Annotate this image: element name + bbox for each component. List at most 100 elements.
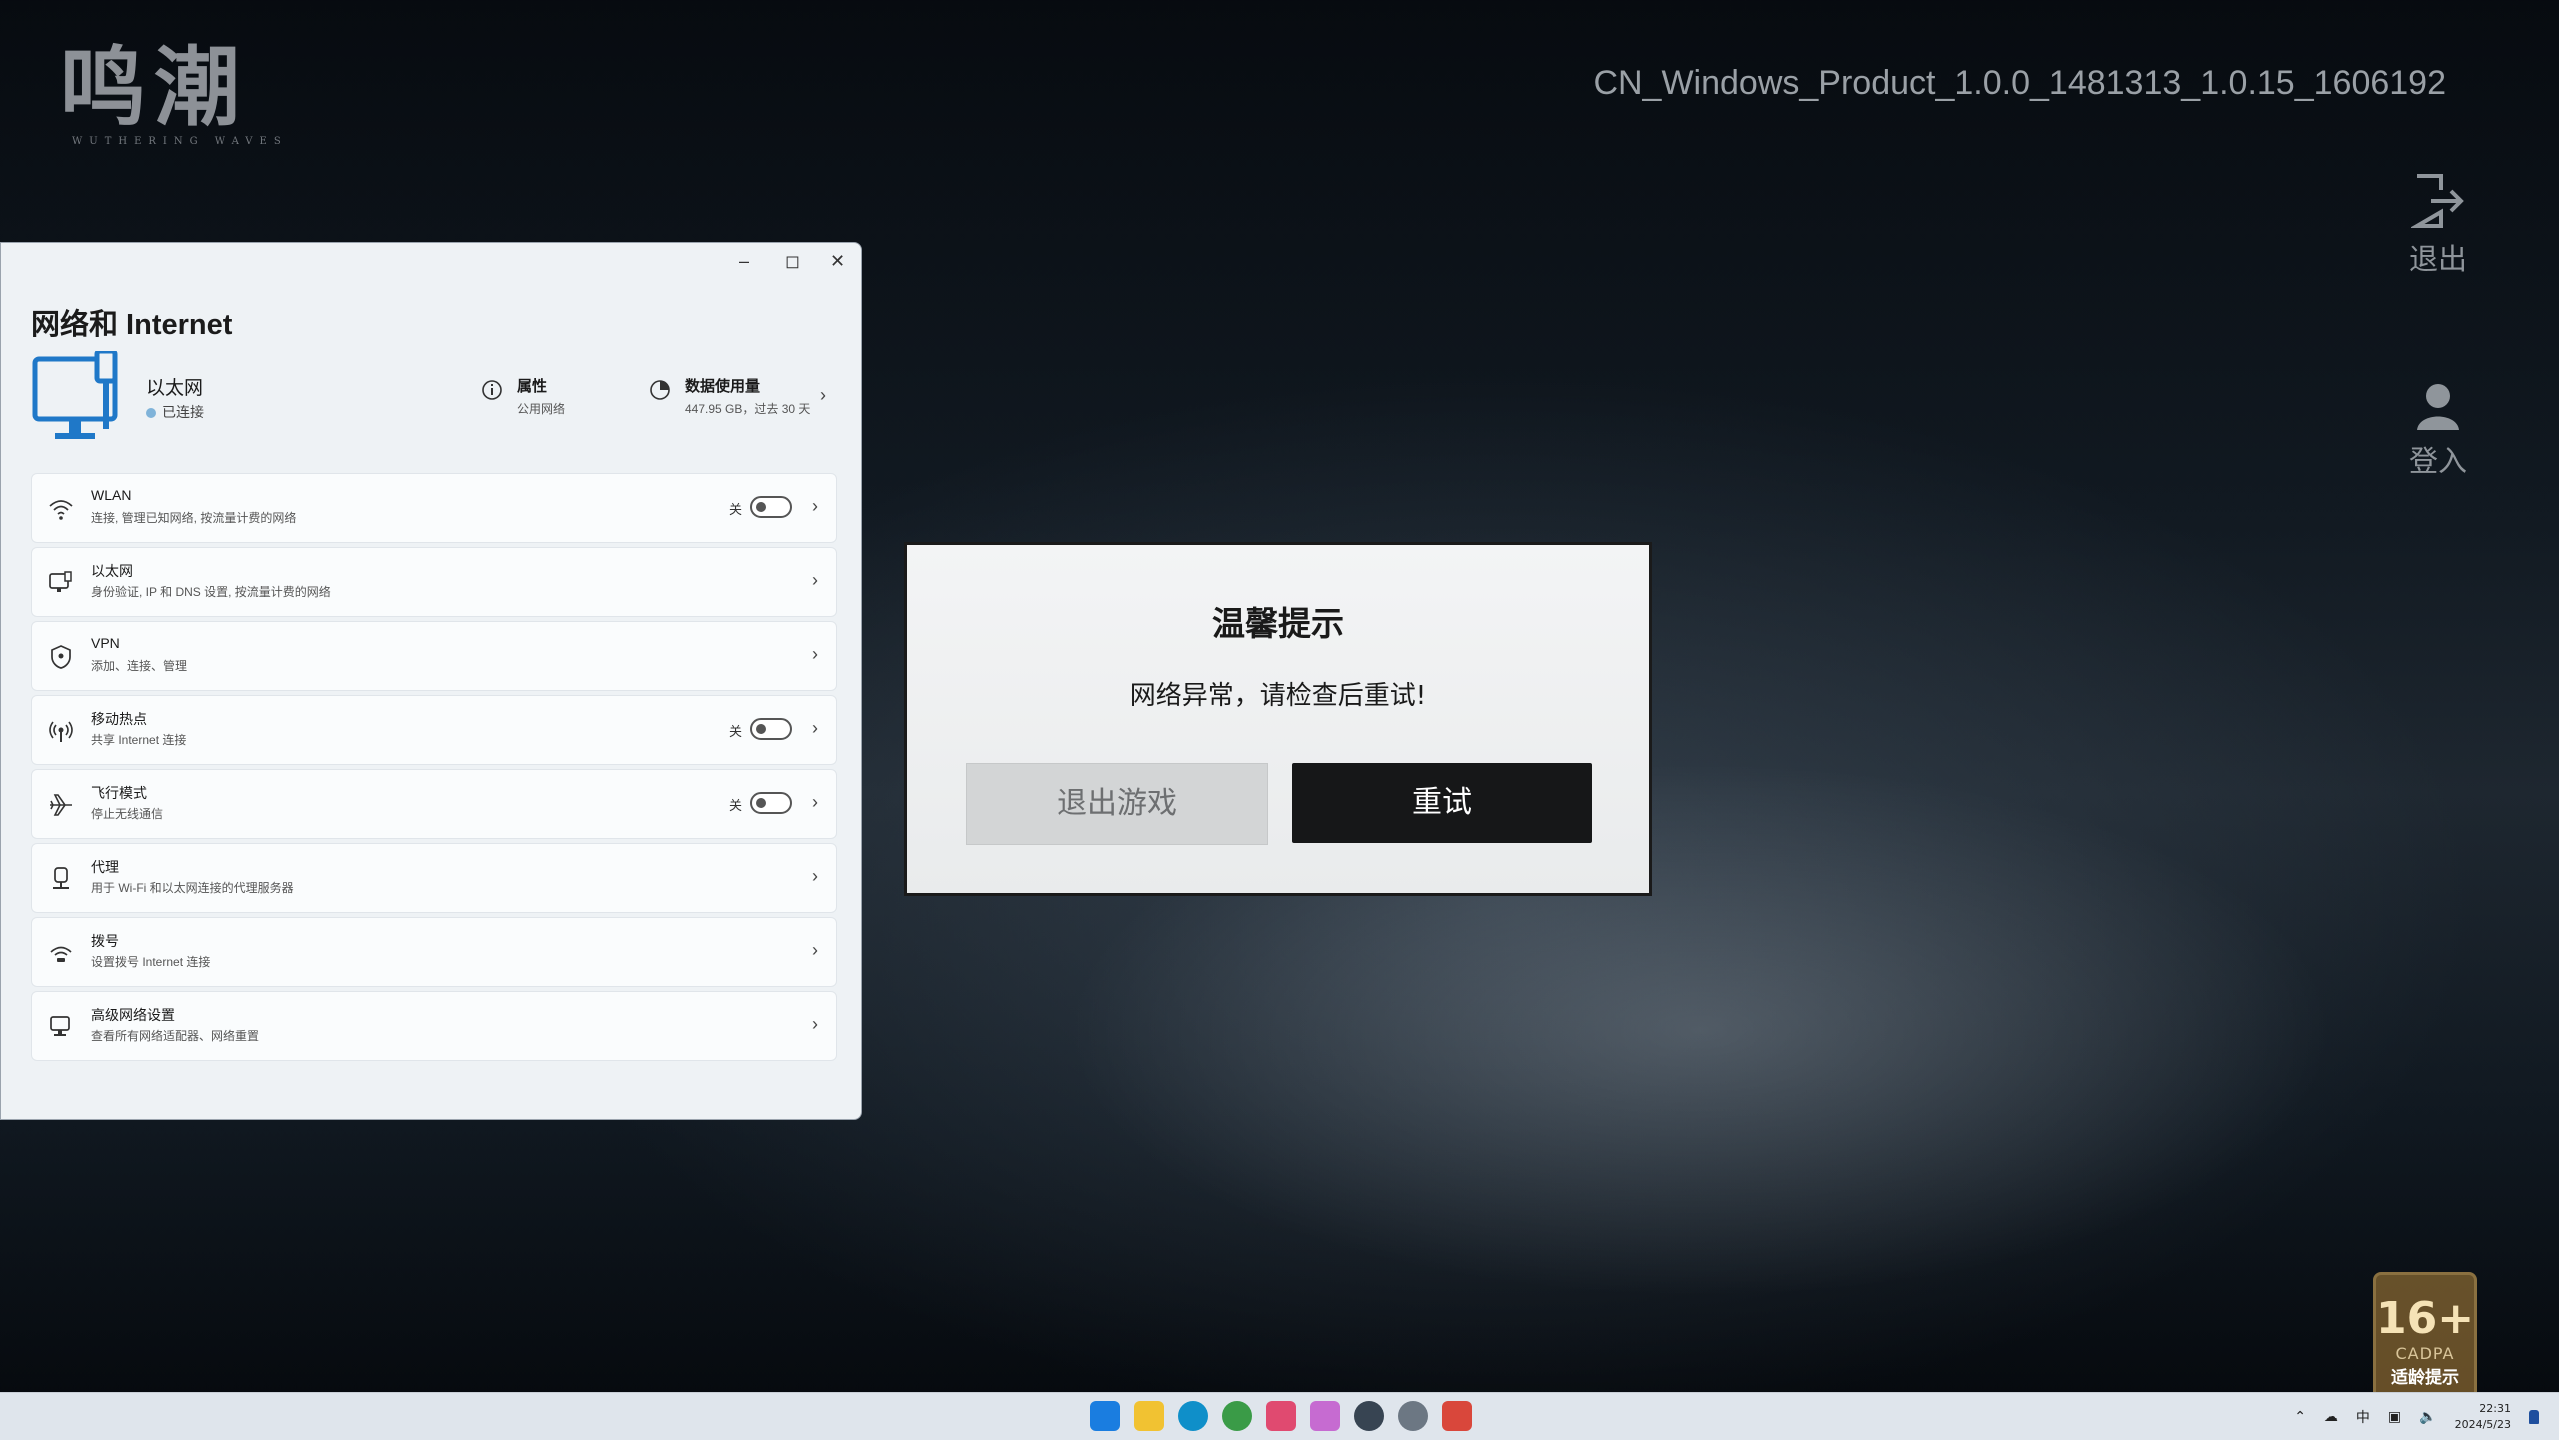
item-desc: 设置拨号 Internet 连接 [91,955,211,969]
advanced-network-icon [50,1016,70,1036]
maximize-button[interactable]: ◻ [785,251,800,272]
item-desc: 连接, 管理已知网络, 按流量计费的网络 [91,511,297,525]
item-label: VPN [91,635,120,651]
ethernet-header: 以太网 已连接 属性 公用网络 数据使用量 447.95 GB，过去 30 天 … [31,351,836,451]
settings-item-ethernet[interactable]: 以太网 身份验证, IP 和 DNS 设置, 按流量计费的网络 › [31,547,837,617]
chevron-right-icon: › [812,940,818,960]
app-icon[interactable] [1310,1401,1340,1431]
airplane-toggle[interactable] [750,792,792,814]
network-error-dialog: 温馨提示 网络异常，请检查后重试! 退出游戏 重试 [904,542,1652,896]
age-rating-tip: 适龄提示 [2391,1368,2459,1388]
chevron-right-icon: › [812,644,818,664]
settings-list: WLAN 连接, 管理已知网络, 按流量计费的网络 关 › 以太网 身份验证, … [31,473,837,1065]
desktop: { "game": { "logo_text": "鸣潮", "logo_sub… [0,0,2559,1440]
properties-link[interactable]: 属性 公用网络 [481,375,565,417]
hotspot-icon [49,721,73,742]
clock-date: 2024/5/23 [2454,1418,2511,1431]
exit-label: 退出 [2408,242,2467,276]
item-desc: 共享 Internet 连接 [91,733,187,747]
settings-item-vpn[interactable]: VPN 添加、连接、管理 › [31,621,837,691]
network-icon[interactable]: ▣ [2388,1409,2401,1425]
item-label: 移动热点 [91,711,147,727]
retry-button[interactable]: 重试 [1292,763,1592,843]
file-explorer-icon[interactable] [1134,1401,1164,1431]
dialup-icon [50,946,72,962]
settings-item-advanced[interactable]: 高级网络设置 查看所有网络适配器、网络重置 › [31,991,837,1061]
connected-dot [146,408,156,419]
wlan-toggle[interactable] [750,496,792,518]
app-icon[interactable] [1354,1401,1384,1431]
settings-item-airplane[interactable]: 飞行模式 停止无线通信 关 › [31,769,837,839]
volume-icon[interactable]: 🔈 [2419,1409,2436,1425]
chevron-right-icon: › [812,1014,818,1034]
data-usage-link[interactable]: 数据使用量 447.95 GB，过去 30 天 [649,375,810,417]
app-icon[interactable] [1442,1401,1472,1431]
ethernet-icon [49,571,72,592]
item-label: WLAN [91,487,132,503]
item-desc: 停止无线通信 [91,807,164,821]
page-title: 网络和 Internet [31,309,233,341]
cloud-icon[interactable]: ☁ [2324,1409,2338,1425]
system-tray: ⌃ ☁ 中 ▣ 🔈 22:31 2024/5/23 [2294,1399,2539,1435]
item-label: 代理 [91,859,119,875]
age-rating-badge: 16+ CADPA 适龄提示 [2373,1272,2477,1402]
age-rating-org: CADPA [2395,1344,2455,1363]
settings-item-hotspot[interactable]: 移动热点 共享 Internet 连接 关 › [31,695,837,765]
hotspot-toggle[interactable] [750,718,792,740]
item-desc: 用于 Wi-Fi 和以太网连接的代理服务器 [91,881,294,895]
item-label: 飞行模式 [91,785,147,801]
ethernet-name: 以太网 [146,378,204,399]
clock[interactable]: 22:31 2024/5/23 [2455,1401,2511,1433]
item-desc: 身份验证, IP 和 DNS 设置, 按流量计费的网络 [91,585,331,599]
app-icon[interactable] [1266,1401,1296,1431]
clock-time: 22:31 [2479,1402,2511,1415]
data-usage-sub: 447.95 GB，过去 30 天 [685,402,811,416]
chevron-right-icon: › [812,792,818,812]
properties-label: 属性 [517,378,548,395]
close-button[interactable]: ✕ [830,251,845,272]
item-desc: 添加、连接、管理 [91,659,188,673]
chevron-right-icon: › [812,866,818,886]
item-desc: 查看所有网络适配器、网络重置 [91,1029,260,1043]
shield-icon [51,645,71,669]
login-label: 登入 [2408,444,2467,478]
chevron-right-icon: › [820,385,826,405]
notification-icon[interactable] [2529,1410,2539,1424]
info-icon [482,380,502,400]
minimize-button[interactable]: – [739,251,749,272]
chevron-up-icon[interactable]: ⌃ [2294,1409,2306,1425]
data-usage-icon [650,380,670,400]
dialog-title: 温馨提示 [1212,604,1344,643]
game-logo-subtext: WUTHERING WAVES [72,136,288,147]
data-usage-label: 数据使用量 [685,378,761,395]
exit-button[interactable]: 退出 [2383,172,2493,278]
item-label: 以太网 [91,563,133,579]
quit-game-button[interactable]: 退出游戏 [966,763,1268,845]
toggle-knob [756,724,766,734]
settings-item-dialup[interactable]: 拨号 设置拨号 Internet 连接 › [31,917,837,987]
login-button[interactable]: 登入 [2383,382,2493,480]
exit-icon [2411,174,2464,228]
ime-indicator[interactable]: 中 [2356,1407,2370,1427]
game-logo: 鸣潮 WUTHERING WAVES [60,37,288,148]
proxy-icon [53,867,69,889]
airplane-icon [50,794,72,816]
chevron-right-icon: › [812,570,818,590]
item-label: 高级网络设置 [91,1007,175,1023]
age-rating: 16+ [2376,1293,2475,1344]
edge-icon[interactable] [1178,1401,1208,1431]
chevron-right-icon: › [812,718,818,738]
taskbar: ⌃ ☁ 中 ▣ 🔈 22:31 2024/5/23 [0,1392,2559,1440]
settings-icon[interactable] [1398,1401,1428,1431]
ethernet-monitor-icon [32,351,118,439]
toggle-knob [756,502,766,512]
settings-item-proxy[interactable]: 代理 用于 Wi-Fi 和以太网连接的代理服务器 › [31,843,837,913]
chrome-icon[interactable] [1222,1401,1252,1431]
settings-window: – ◻ ✕ 网络和 Internet 以太网 已连接 属性 公用网络 数据使用量… [0,242,862,1120]
settings-item-wlan[interactable]: WLAN 连接, 管理已知网络, 按流量计费的网络 关 › [31,473,837,543]
start-icon[interactable] [1090,1401,1120,1431]
game-logo-text: 鸣潮 [60,37,248,138]
ethernet-status-text: 已连接 [162,404,204,420]
properties-sub: 公用网络 [517,402,566,416]
toggle-knob [756,798,766,808]
